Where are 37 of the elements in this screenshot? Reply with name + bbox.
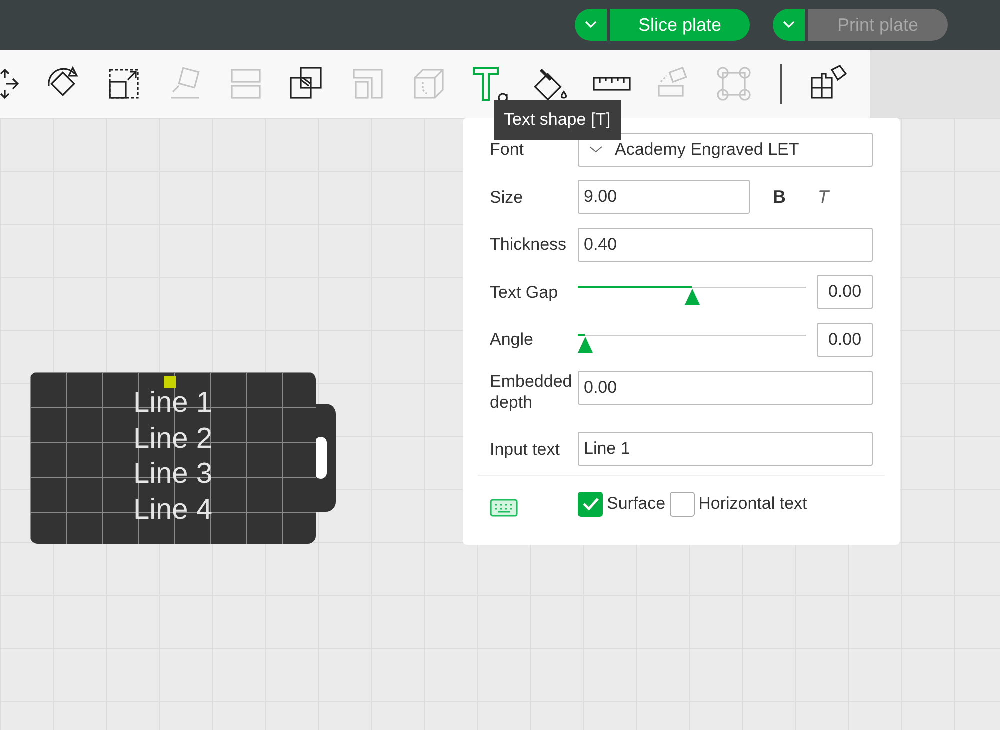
hanger-hole: [315, 437, 327, 479]
model-text-line: Line 2: [133, 422, 212, 456]
tooltip: Text shape [T]: [494, 100, 621, 140]
field-label: Font: [490, 139, 526, 161]
checkbox[interactable]: [578, 492, 603, 516]
check-icon: [582, 498, 598, 510]
dropdown-button[interactable]: [575, 9, 607, 41]
italic-button[interactable]: T: [818, 184, 829, 211]
text-tool-icon[interactable]: [470, 64, 510, 104]
font-dropdown[interactable]: Academy Engraved LET: [578, 132, 873, 167]
value-field[interactable]: 0.00: [578, 370, 873, 404]
checkbox-label: Horizontal text: [698, 493, 808, 516]
size-field[interactable]: 9.00: [578, 180, 750, 214]
bold-button[interactable]: B: [773, 184, 786, 211]
value-field[interactable]: 0.00: [817, 275, 873, 310]
value-field[interactable]: 0.00: [817, 322, 873, 357]
field-label: Input text: [490, 438, 561, 460]
chevron-down-icon: [783, 21, 795, 29]
field-label: Size: [490, 186, 524, 208]
dropdown-button[interactable]: [773, 9, 805, 41]
chevron-down-icon: [585, 21, 597, 29]
model-text-line: Line 1: [133, 386, 212, 421]
chevron-down-icon: [589, 146, 603, 154]
model-text-line: Line 3: [133, 457, 212, 492]
slider-thumb-icon[interactable]: [578, 336, 593, 353]
field-label: Thickness: [490, 234, 568, 256]
field-label: Embedded depth: [490, 370, 574, 412]
slider-thumb-icon[interactable]: [685, 289, 700, 306]
checkbox-label: Surface: [607, 493, 666, 516]
field-label: Text Gap: [490, 282, 560, 304]
selection-point: [164, 376, 176, 388]
value-field[interactable]: 0.40: [578, 228, 873, 262]
model-text-line: Line 4: [133, 492, 212, 528]
value-field[interactable]: Line 1: [578, 432, 873, 466]
keyboard-icon[interactable]: [490, 499, 518, 517]
checkbox[interactable]: [670, 492, 695, 516]
field-label: Angle: [490, 329, 534, 351]
